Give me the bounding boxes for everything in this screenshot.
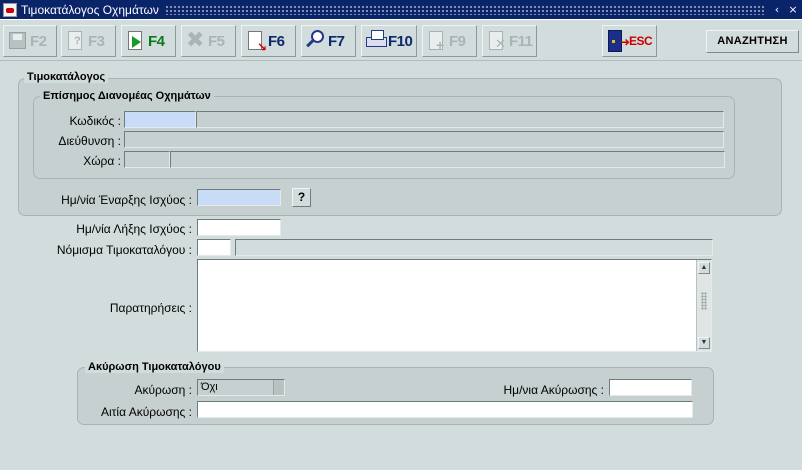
help-doc-icon: ? — [65, 29, 87, 53]
cancel-reason-field[interactable] — [197, 401, 693, 418]
remarks-textarea[interactable]: ▲ ▼ — [197, 259, 712, 352]
cancel-date-field[interactable] — [609, 379, 692, 396]
window-title: Τιμοκατάλογος Οχημάτων — [21, 2, 159, 17]
country-code-field — [124, 151, 170, 168]
clear-doc-icon: ↘ — [245, 29, 267, 54]
search-button[interactable]: F7 — [301, 25, 356, 57]
cancel-date-label: Ημ/νια Ακύρωσης : — [503, 383, 604, 397]
scroll-grip-icon[interactable] — [701, 292, 707, 310]
add-doc-icon: + — [426, 29, 448, 53]
currency-code-field[interactable] — [197, 239, 231, 256]
titlebar-pattern — [164, 4, 764, 15]
save-button[interactable]: F2 — [3, 25, 57, 57]
end-date-label: Ημ/νία Λήξης Ισχύος : — [76, 222, 192, 236]
cancel-label: Ακύρωση : — [134, 383, 192, 397]
print-button[interactable]: F10 — [361, 25, 417, 57]
cancel-select[interactable]: Όχι — [197, 379, 285, 396]
country-name-field — [170, 151, 725, 168]
delete-button-label: F5 — [208, 32, 225, 50]
mode-indicator: ΑΝΑΖΗΤΗΣΗ — [706, 30, 799, 53]
search-button-label: F7 — [328, 32, 345, 50]
remove-doc-button-label: F11 — [509, 32, 533, 50]
country-label: Χώρα : — [83, 154, 121, 168]
distributor-code-field[interactable] — [124, 111, 196, 128]
exit-door-icon: ➜ — [606, 29, 630, 53]
new-record-button[interactable]: F4 — [121, 25, 176, 57]
exit-button-label: ESC — [629, 34, 653, 48]
remarks-label: Παρατηρήσεις : — [109, 301, 192, 315]
start-date-field[interactable] — [197, 189, 281, 206]
minimize-icon[interactable]: ‹ — [770, 3, 784, 17]
new-record-button-label: F4 — [148, 32, 165, 50]
search-icon — [305, 29, 327, 53]
new-record-icon — [125, 29, 147, 53]
exit-button[interactable]: ➜ ESC — [602, 25, 657, 57]
help-doc-button-label: F3 — [88, 32, 105, 50]
currency-label: Νόμισμα Τιμοκαταλόγου : — [56, 243, 192, 257]
code-label: Κωδικός : — [69, 114, 121, 128]
remove-doc-icon: ✕ — [486, 29, 508, 53]
help-doc-button[interactable]: ? F3 — [61, 25, 116, 57]
cancel-reason-label: Αιτία Ακύρωσης : — [101, 405, 192, 419]
clear-doc-button-label: F6 — [268, 32, 285, 50]
add-doc-button[interactable]: + F9 — [422, 25, 477, 57]
delete-icon: ✖ — [186, 28, 205, 53]
add-doc-button-label: F9 — [449, 32, 466, 50]
print-icon — [365, 29, 387, 53]
window-titlebar: Τιμοκατάλογος Οχημάτων ‹ × — [0, 0, 802, 20]
scroll-up-icon[interactable]: ▲ — [698, 262, 710, 274]
print-button-label: F10 — [388, 32, 413, 50]
toolbar: F2 ? F3 F4 ✖ F5 ↘ F6 F7 F10 + F9 ✕ F11 ➜… — [0, 21, 802, 61]
remove-doc-button[interactable]: ✕ F11 — [482, 25, 537, 57]
price-list-group-title: Τιμοκατάλογος — [24, 71, 109, 83]
delete-button[interactable]: ✖ F5 — [181, 25, 236, 57]
address-label: Διεύθυνση : — [58, 134, 121, 148]
app-icon — [3, 2, 17, 17]
close-icon[interactable]: × — [786, 3, 800, 17]
distributor-name-field — [196, 111, 724, 128]
cancel-select-value: Όχι — [201, 381, 218, 393]
scroll-down-icon[interactable]: ▼ — [698, 337, 710, 349]
cancellation-group-title: Ακύρωση Τιμοκαταλόγου — [85, 361, 224, 373]
distributor-group-title: Επίσημος Διανομέας Οχημάτων — [40, 90, 214, 102]
save-button-label: F2 — [30, 32, 47, 50]
address-field — [124, 131, 724, 148]
currency-name-field — [235, 239, 713, 256]
lov-button[interactable]: ? — [292, 188, 311, 207]
clear-doc-button[interactable]: ↘ F6 — [241, 25, 296, 57]
save-icon — [7, 29, 29, 53]
remarks-scrollbar[interactable]: ▲ ▼ — [696, 260, 711, 351]
dropdown-icon[interactable] — [273, 380, 284, 395]
start-date-label: Ημ/νία Έναρξης Ισχύος : — [61, 193, 192, 207]
end-date-field[interactable] — [197, 219, 281, 236]
